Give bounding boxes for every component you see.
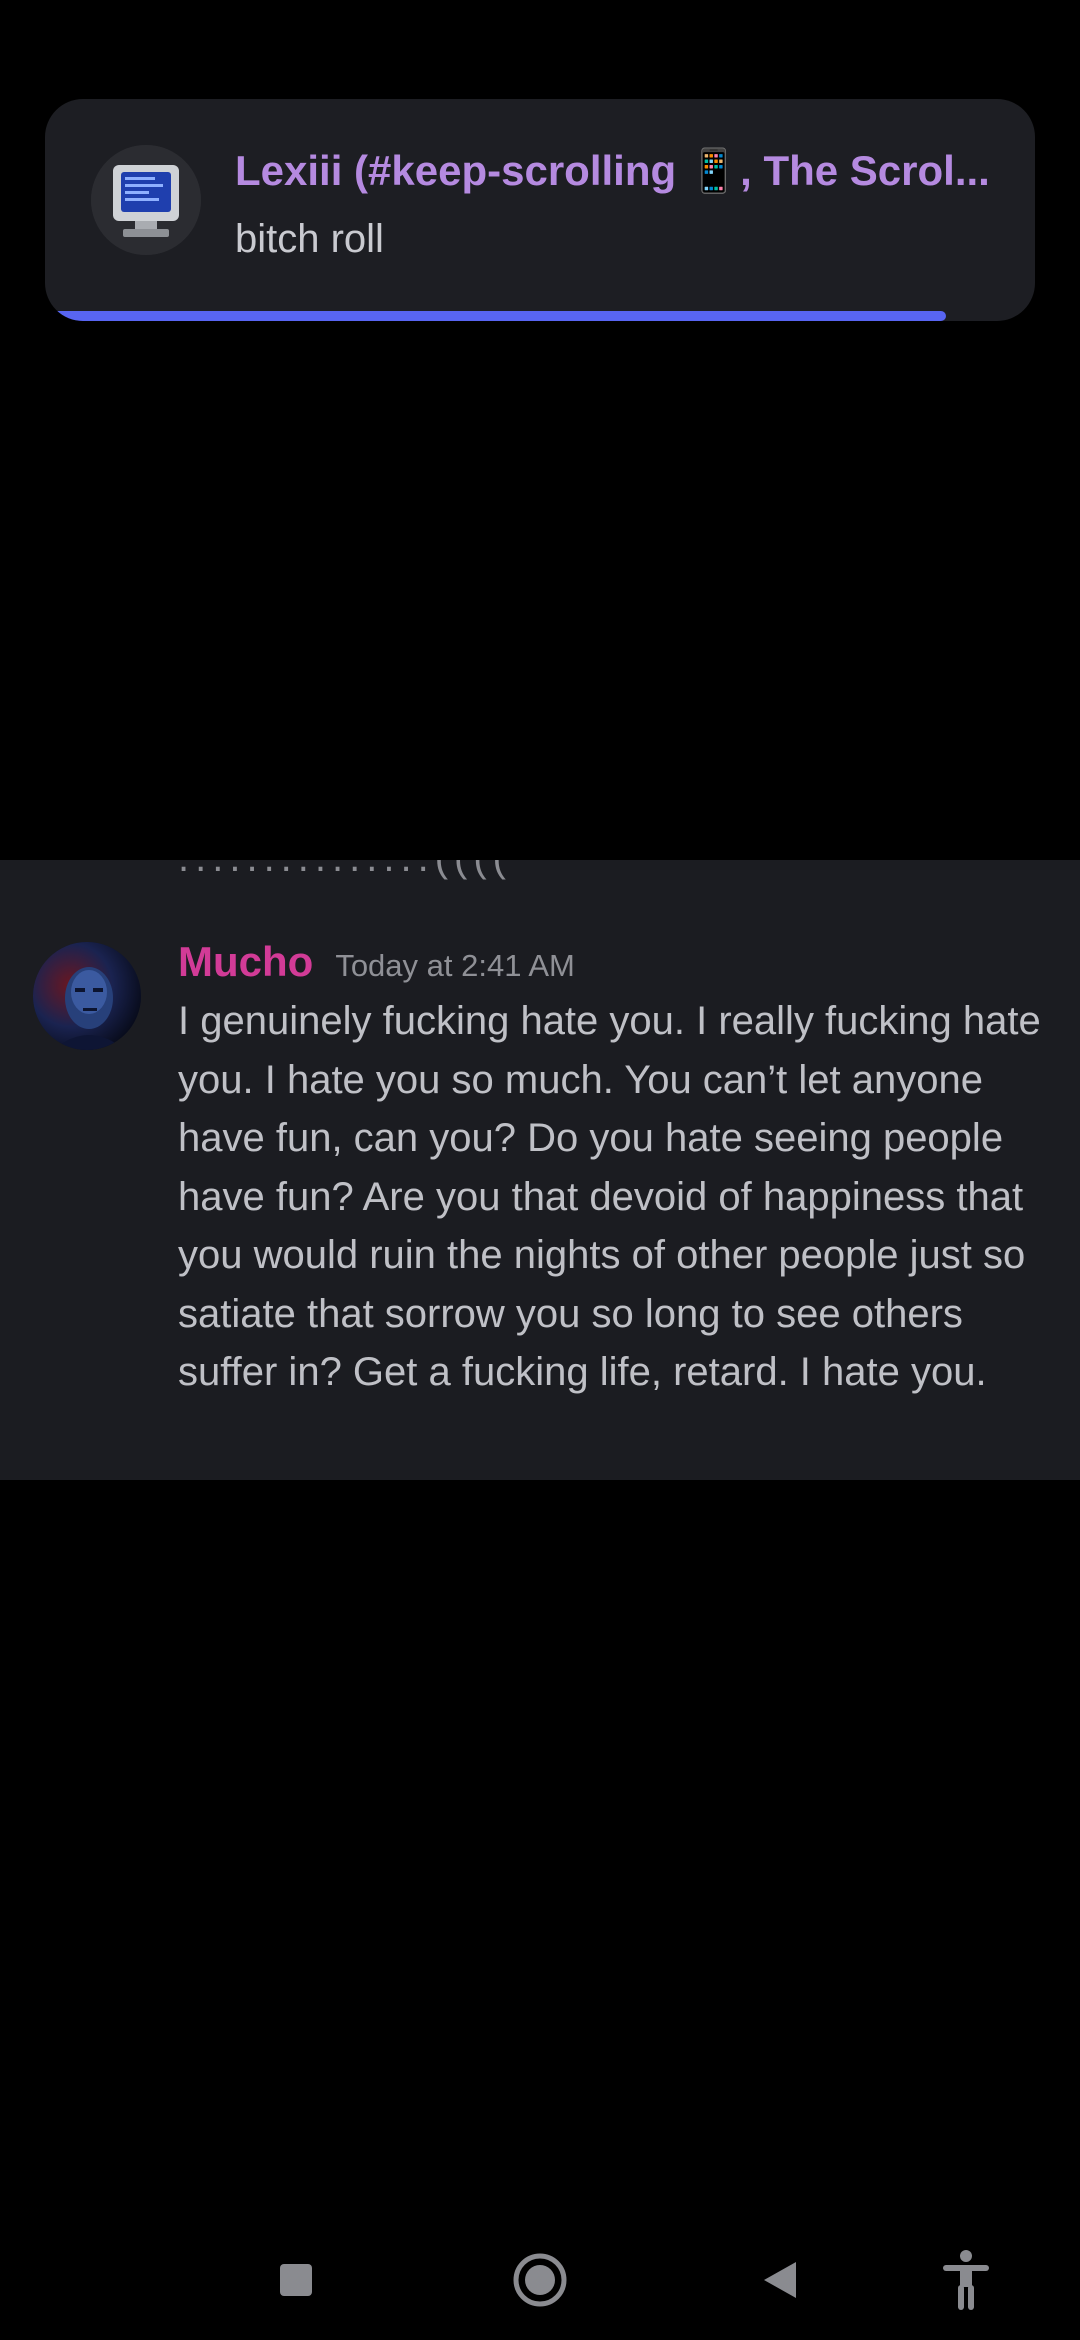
notification-body: bitch roll: [235, 217, 384, 261]
message-text[interactable]: I genuinely fucking hate you. I really f…: [178, 992, 1058, 1402]
notification-progress-fill: [45, 311, 946, 321]
user-photo-icon: [33, 942, 141, 1050]
accessibility-icon: [943, 2250, 989, 2310]
home-button[interactable]: [500, 2240, 580, 2320]
recents-button[interactable]: [256, 2240, 336, 2320]
message-header: Mucho Today at 2:41 AM: [178, 938, 575, 986]
message-panel: ...............(((( M: [0, 860, 1080, 1480]
navigation-bar: [0, 2220, 1080, 2340]
back-button[interactable]: [740, 2240, 820, 2320]
accessibility-button[interactable]: [926, 2240, 1006, 2320]
previous-message-fragment: ...............((((: [178, 860, 512, 881]
back-icon: [764, 2262, 796, 2298]
message-author[interactable]: Mucho: [178, 938, 313, 986]
notification-avatar: [91, 145, 201, 255]
message-timestamp: Today at 2:41 AM: [335, 948, 575, 983]
message-avatar[interactable]: [33, 942, 141, 1050]
notification-title: Lexiii (#keep-scrolling 📱, The Scrol...: [235, 147, 990, 194]
notification-progress-bar: [45, 311, 1035, 321]
notification-banner[interactable]: Lexiii (#keep-scrolling 📱, The Scrol... …: [45, 99, 1035, 321]
home-icon: [513, 2253, 567, 2307]
recents-icon: [280, 2264, 312, 2296]
screen: Lexiii (#keep-scrolling 📱, The Scrol... …: [0, 0, 1080, 2340]
retro-computer-icon: [91, 145, 201, 255]
